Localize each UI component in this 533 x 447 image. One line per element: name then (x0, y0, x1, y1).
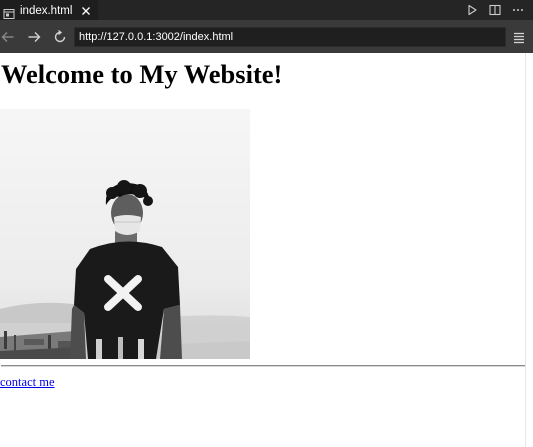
split-editor-icon[interactable] (488, 3, 502, 17)
arrow-left-icon[interactable] (0, 29, 16, 45)
navigation-bar (0, 20, 533, 53)
reload-icon[interactable] (52, 29, 68, 45)
contact-me-link[interactable]: contact me (0, 375, 55, 390)
tab-title: index.html (20, 4, 73, 17)
address-bar-input[interactable] (74, 27, 506, 47)
profile-photo (0, 109, 250, 359)
tab-bar: index.html (0, 0, 533, 20)
menu-icon[interactable] (511, 29, 527, 45)
tab-actions (456, 0, 533, 20)
editor-tab[interactable]: index.html (0, 0, 99, 20)
arrow-right-icon[interactable] (26, 29, 42, 45)
play-icon[interactable] (465, 3, 479, 17)
page-heading: Welcome to My Website! (1, 59, 283, 89)
close-icon[interactable] (80, 5, 92, 17)
more-icon[interactable] (511, 3, 525, 17)
scrollbar-track[interactable] (525, 53, 533, 447)
horizontal-rule (1, 365, 525, 367)
preview-tab-icon (3, 5, 15, 19)
page-viewport: Welcome to My Website! contact me (0, 53, 525, 447)
